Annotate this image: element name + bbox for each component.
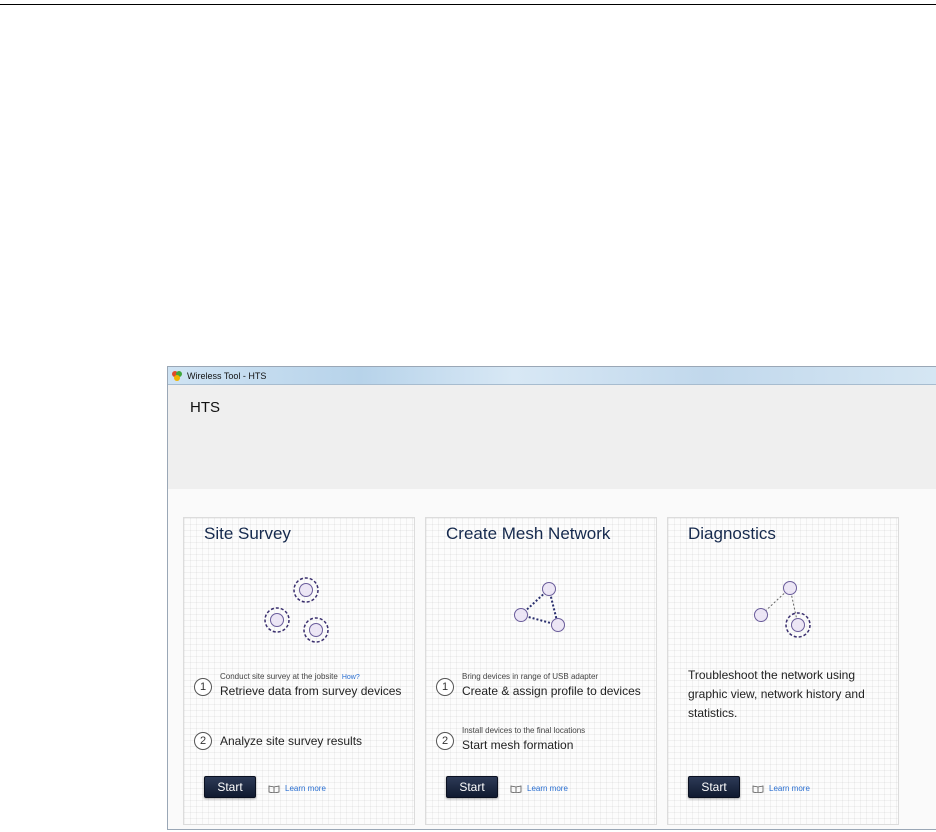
diagnostics-card: Diagnostics Troubleshoot the network usi… bbox=[667, 517, 899, 825]
learn-more-text: Learn more bbox=[285, 784, 326, 793]
book-icon bbox=[510, 785, 522, 793]
step-label: Start mesh formation bbox=[462, 738, 574, 752]
learn-more-text: Learn more bbox=[769, 784, 810, 793]
step-number: 1 bbox=[436, 678, 454, 696]
step-number: 2 bbox=[194, 732, 212, 750]
page-title: HTS bbox=[190, 399, 220, 416]
step-number: 1 bbox=[194, 678, 212, 696]
card-title: Create Mesh Network bbox=[446, 524, 611, 543]
book-icon bbox=[268, 785, 280, 793]
diagnostics-illustration bbox=[754, 581, 811, 638]
step-number: 2 bbox=[436, 732, 454, 750]
start-button[interactable]: Start bbox=[688, 776, 740, 798]
step-hint: Bring devices in range of USB adapter bbox=[462, 672, 599, 681]
start-button[interactable]: Start bbox=[204, 776, 256, 798]
app-icon bbox=[172, 370, 182, 381]
main-content: Site Survey 1 Conduct site survey at the… bbox=[168, 489, 936, 829]
create-mesh-network-card: Create Mesh Network 1 Bring devices in r… bbox=[425, 517, 657, 825]
learn-more-link[interactable]: Learn more bbox=[752, 784, 810, 793]
title-bar[interactable]: Wireless Tool - HTS bbox=[168, 367, 936, 385]
start-button[interactable]: Start bbox=[446, 776, 498, 798]
window-title: Wireless Tool - HTS bbox=[187, 370, 267, 381]
card-title: Site Survey bbox=[204, 524, 291, 543]
site-survey-illustration bbox=[264, 577, 329, 643]
app-window: Wireless Tool - HTS HTS Site Survey 1 Co… bbox=[167, 366, 936, 830]
learn-more-link[interactable]: Learn more bbox=[510, 784, 568, 793]
step-label: Analyze site survey results bbox=[220, 734, 363, 748]
how-link[interactable]: How? bbox=[342, 674, 360, 681]
learn-more-link[interactable]: Learn more bbox=[268, 784, 326, 793]
card-title: Diagnostics bbox=[688, 524, 776, 543]
step-label: Create & assign profile to devices bbox=[462, 684, 641, 698]
step-hint: Conduct site survey at the jobsite How? bbox=[220, 672, 360, 681]
mesh-network-illustration bbox=[514, 582, 565, 632]
book-icon bbox=[752, 785, 764, 793]
top-rule bbox=[0, 4, 936, 5]
card-description: Troubleshoot the network using graphic v… bbox=[688, 668, 865, 720]
site-survey-card: Site Survey 1 Conduct site survey at the… bbox=[183, 517, 415, 825]
step-hint-text: Conduct site survey at the jobsite bbox=[220, 672, 338, 681]
learn-more-text: Learn more bbox=[527, 784, 568, 793]
step-hint: Install devices to the final locations bbox=[462, 726, 586, 735]
step-label: Retrieve data from survey devices bbox=[220, 684, 402, 698]
header: HTS bbox=[168, 385, 936, 489]
